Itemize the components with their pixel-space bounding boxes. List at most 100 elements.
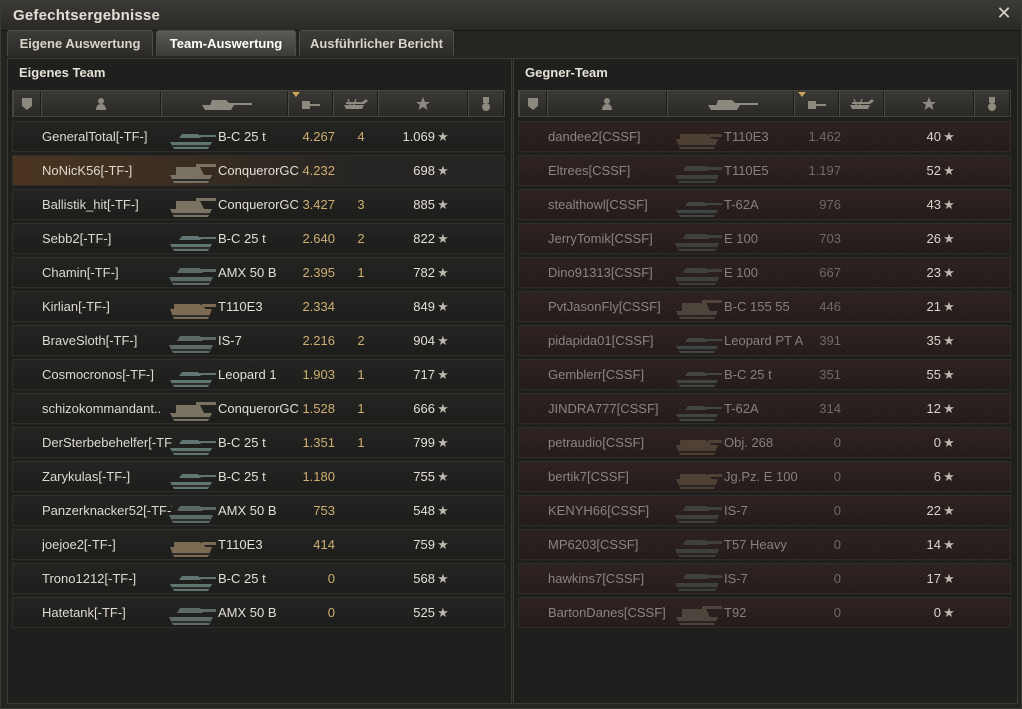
player-row[interactable]: petraudio[CSSF] Obj. 268 0 0 ★ <box>518 427 1011 458</box>
star-icon: ★ <box>437 299 449 314</box>
tab-team-auswertung[interactable]: Team-Auswertung <box>156 30 296 56</box>
star-icon: ★ <box>943 231 955 246</box>
star-icon: ★ <box>437 537 449 552</box>
damage-value: 1.180 <box>302 469 335 484</box>
rank-icon[interactable] <box>13 91 41 116</box>
tank-name: B-C 25 t <box>218 231 266 246</box>
tab-bar: Eigene Auswertung Team-Auswertung Ausfüh… <box>7 30 1017 56</box>
player-row[interactable]: Eltrees[CSSF] T110E5 1.197 52 ★ <box>518 155 1011 186</box>
tank-name: IS-7 <box>724 503 748 518</box>
tab-eigene-auswertung[interactable]: Eigene Auswertung <box>7 30 153 56</box>
player-row[interactable]: dandee2[CSSF] T110E3 1.462 40 ★ <box>518 121 1011 152</box>
kills-value <box>853 530 881 559</box>
player-row[interactable]: Cosmocronos[-TF-] Leopard 1 1.903 1 717 ★ <box>12 359 505 390</box>
rank-icon[interactable] <box>519 91 547 116</box>
player-name: MP6203[CSSF] <box>548 537 639 552</box>
player-row[interactable]: GeneralTotal[-TF-] B-C 25 t 4.267 4 1.069 ★ <box>12 121 505 152</box>
tank-name: T57 Heavy <box>724 537 787 552</box>
player-row[interactable]: hawkins7[CSSF] IS-7 0 17 ★ <box>518 563 1011 594</box>
player-name: stealthowl[CSSF] <box>548 197 648 212</box>
tank-name: T110E5 <box>724 163 769 178</box>
tab-ausfuehrlicher-bericht[interactable]: Ausführlicher Bericht <box>299 30 454 56</box>
enemy-team-header <box>518 90 1011 117</box>
damage-value: 976 <box>819 197 841 212</box>
kills-value <box>347 564 375 593</box>
medal-icon[interactable] <box>974 91 1010 116</box>
medium-tank-icon <box>166 564 218 593</box>
xp-star-icon[interactable] <box>378 91 468 116</box>
star-icon: ★ <box>943 367 955 382</box>
kills-value <box>347 292 375 321</box>
player-name: PvtJasonFly[CSSF] <box>548 299 661 314</box>
player-row[interactable]: Dino91313[CSSF] E 100 667 23 ★ <box>518 257 1011 288</box>
kills-value <box>853 224 881 253</box>
player-row[interactable]: JINDRA777[CSSF] T-62A 314 12 ★ <box>518 393 1011 424</box>
damage-icon[interactable] <box>288 91 333 116</box>
player-row[interactable]: JerryTomik[CSSF] E 100 703 26 ★ <box>518 223 1011 254</box>
kills-value <box>853 598 881 627</box>
player-row[interactable]: BartonDanes[CSSF] T92 0 0 ★ <box>518 597 1011 628</box>
player-icon[interactable] <box>41 91 161 116</box>
player-row[interactable]: Zarykulas[-TF-] B-C 25 t 1.180 755 ★ <box>12 461 505 492</box>
damage-value: 0 <box>833 537 841 552</box>
spg-icon <box>672 598 724 627</box>
td-icon <box>166 530 218 559</box>
medium-tank-icon <box>166 360 218 389</box>
damage-value: 4.232 <box>302 163 335 178</box>
star-icon: ★ <box>943 265 955 280</box>
damage-value: 1.903 <box>302 367 335 382</box>
damage-value: 314 <box>819 401 841 416</box>
player-row[interactable]: PvtJasonFly[CSSF] B-C 155 55 446 21 ★ <box>518 291 1011 322</box>
medal-icon[interactable] <box>468 91 504 116</box>
kills-icon[interactable] <box>333 91 378 116</box>
xp-value: 717 <box>413 367 435 382</box>
tank-name: T-62A <box>724 401 759 416</box>
player-row[interactable]: Ballistik_hit[-TF-] ConquerorGC 3.427 3 885 ★ <box>12 189 505 220</box>
player-row[interactable]: KENYH66[CSSF] IS-7 0 22 ★ <box>518 495 1011 526</box>
player-row[interactable]: Chamin[-TF-] AMX 50 B 2.395 1 782 ★ <box>12 257 505 288</box>
damage-value: 703 <box>819 231 841 246</box>
tank-icon[interactable] <box>161 91 288 116</box>
player-row[interactable]: Gemblerr[CSSF] B-C 25 t 351 55 ★ <box>518 359 1011 390</box>
player-name: bertik7[CSSF] <box>548 469 629 484</box>
xp-star-icon[interactable] <box>884 91 974 116</box>
kills-icon[interactable] <box>839 91 884 116</box>
close-icon[interactable]: ✕ <box>995 4 1013 22</box>
player-name: Dino91313[CSSF] <box>548 265 653 280</box>
star-icon: ★ <box>437 367 449 382</box>
xp-value: 35 <box>926 333 941 348</box>
damage-value: 351 <box>819 367 841 382</box>
player-row[interactable]: stealthowl[CSSF] T-62A 976 43 ★ <box>518 189 1011 220</box>
own-team-header <box>12 90 505 117</box>
damage-icon[interactable] <box>794 91 839 116</box>
player-row[interactable]: BraveSloth[-TF-] IS-7 2.216 2 904 ★ <box>12 325 505 356</box>
medium-tank-icon <box>166 462 218 491</box>
player-row[interactable]: bertik7[CSSF] Jg.Pz. E 100 0 6 ★ <box>518 461 1011 492</box>
player-row[interactable]: Kirlian[-TF-] T110E3 2.334 849 ★ <box>12 291 505 322</box>
xp-value: 17 <box>926 571 941 586</box>
player-row[interactable]: Trono1212[-TF-] B-C 25 t 0 568 ★ <box>12 563 505 594</box>
player-row[interactable]: joejoe2[-TF-] T110E3 414 759 ★ <box>12 529 505 560</box>
xp-value: 568 <box>413 571 435 586</box>
star-icon: ★ <box>437 163 449 178</box>
player-row[interactable]: schizokommandant.. ConquerorGC 1.528 1 666 ★ <box>12 393 505 424</box>
player-name: BartonDanes[CSSF] <box>548 605 666 620</box>
player-icon[interactable] <box>547 91 667 116</box>
player-row[interactable]: DerSterbebehelfer[-TF-] B-C 25 t 1.351 1 799… <box>12 427 505 458</box>
own-team-panel: Eigenes Team GeneralTotal[-TF-] B-C 25 t 4… <box>7 58 512 704</box>
player-row[interactable]: Sebb2[-TF-] B-C 25 t 2.640 2 822 ★ <box>12 223 505 254</box>
tank-icon[interactable] <box>667 91 794 116</box>
tank-name: Jg.Pz. E 100 <box>724 469 798 484</box>
kills-value <box>853 292 881 321</box>
kills-value: 1 <box>357 367 365 382</box>
player-row[interactable]: MP6203[CSSF] T57 Heavy 0 14 ★ <box>518 529 1011 560</box>
damage-value: 1.197 <box>808 163 841 178</box>
player-row[interactable]: pidapida01[CSSF] Leopard PT A 391 35 ★ <box>518 325 1011 356</box>
player-row[interactable]: Hatetank[-TF-] AMX 50 B 0 525 ★ <box>12 597 505 628</box>
star-icon: ★ <box>437 469 449 484</box>
tank-name: E 100 <box>724 231 758 246</box>
player-row[interactable]: NoNicK56[-TF-] ConquerorGC 4.232 698 ★ <box>12 155 505 186</box>
player-row[interactable]: Panzerknacker52[-TF-] AMX 50 B 753 548 ★ <box>12 495 505 526</box>
tank-name: B-C 25 t <box>724 367 772 382</box>
medium-tank-icon <box>672 190 724 219</box>
